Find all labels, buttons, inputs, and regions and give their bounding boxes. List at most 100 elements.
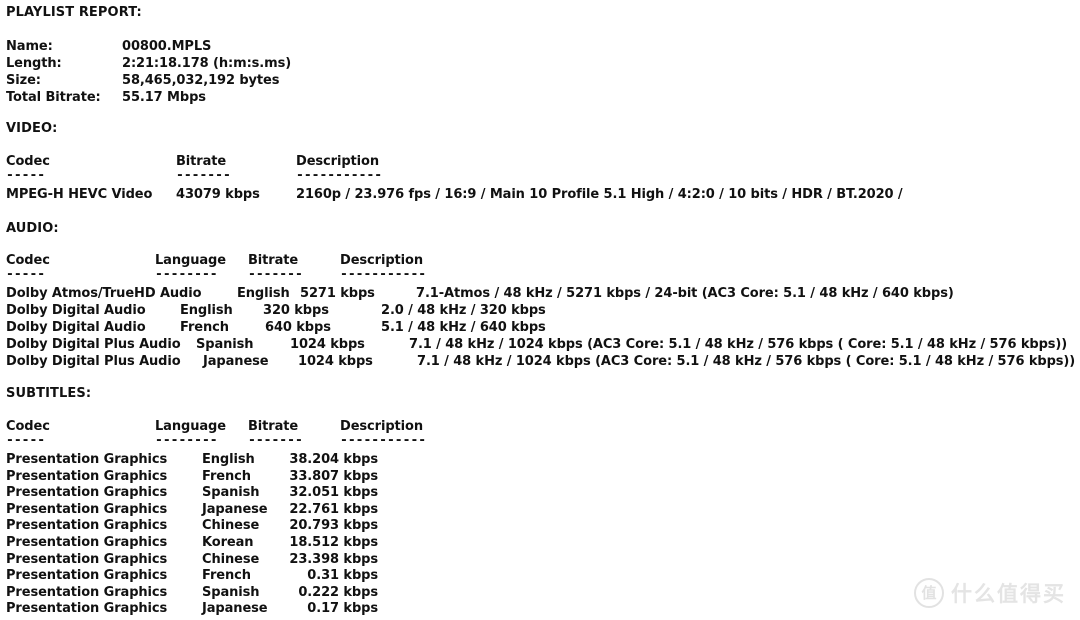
- audio-cell-language: English: [237, 286, 290, 301]
- audio-cell-description: 7.1-Atmos / 48 kHz / 5271 kbps / 24-bit …: [416, 286, 954, 301]
- video-table-rule: ----- ------- -----------: [0, 168, 1080, 185]
- subtitles-rule-codec: -----: [6, 433, 46, 448]
- audio-cell-language: Japanese: [203, 354, 269, 369]
- subtitles-table-row: Presentation Graphics Spanish 32.051 kbps: [0, 485, 1080, 502]
- info-value: 2:21:18.178 (h:m:s.ms): [122, 56, 292, 71]
- video-rule-description: -----------: [296, 168, 383, 183]
- audio-cell-description: 7.1 / 48 kHz / 1024 kbps (AC3 Core: 5.1 …: [409, 337, 1068, 352]
- subtitles-section-label: SUBTITLES:: [6, 386, 92, 401]
- audio-cell-language: Spanish: [196, 337, 254, 352]
- subtitles-cell-bitrate: 23.398 kbps: [289, 552, 378, 567]
- info-row: Name: 00800.MPLS: [0, 39, 1080, 56]
- info-value: 58,465,032,192 bytes: [122, 73, 280, 88]
- audio-cell-language: English: [180, 303, 233, 318]
- subtitles-cell-bitrate: 32.051 kbps: [289, 485, 378, 500]
- subtitles-table-row: Presentation Graphics Japanese 0.17 kbps: [0, 601, 1080, 618]
- subtitles-cell-language: French: [202, 568, 251, 583]
- info-row: Length: 2:21:18.178 (h:m:s.ms): [0, 56, 1080, 73]
- subtitles-cell-codec: Presentation Graphics: [6, 469, 168, 484]
- subtitles-cell-bitrate: 0.31 kbps: [307, 568, 378, 583]
- subtitles-cell-codec: Presentation Graphics: [6, 502, 168, 517]
- subtitles-cell-bitrate: 38.204 kbps: [289, 452, 378, 467]
- subtitles-cell-bitrate: 22.761 kbps: [289, 502, 378, 517]
- info-label: Name:: [6, 39, 53, 54]
- audio-cell-description: 5.1 / 48 kHz / 640 kbps: [381, 320, 546, 335]
- subtitles-table-row: Presentation Graphics English 38.204 kbps: [0, 452, 1080, 469]
- video-rule-codec: -----: [6, 168, 46, 183]
- subtitles-table-row: Presentation Graphics Japanese 22.761 kbps: [0, 502, 1080, 519]
- subtitles-rule-description: -----------: [340, 433, 427, 448]
- info-row: Size: 58,465,032,192 bytes: [0, 73, 1080, 90]
- audio-rule-bitrate: -------: [248, 267, 303, 282]
- subtitles-table-row: Presentation Graphics Korean 18.512 kbps: [0, 535, 1080, 552]
- audio-table-row: Dolby Digital Plus Audio Spanish 1024 kbps…: [0, 337, 1080, 354]
- subtitles-cell-codec: Presentation Graphics: [6, 568, 168, 583]
- video-table-row: MPEG-H HEVC Video 43079 kbps 2160p / 23.97…: [0, 187, 1080, 204]
- subtitles-rule-bitrate: -------: [248, 433, 303, 448]
- audio-cell-codec: Dolby Digital Plus Audio: [6, 337, 181, 352]
- page-title: PLAYLIST REPORT:: [6, 5, 142, 20]
- video-section-label: VIDEO:: [6, 121, 58, 136]
- info-value: 55.17 Mbps: [122, 90, 206, 105]
- subtitles-table-row: Presentation Graphics French 0.31 kbps: [0, 568, 1080, 585]
- subtitles-cell-language: French: [202, 469, 251, 484]
- subtitles-cell-language: Chinese: [202, 518, 260, 533]
- audio-cell-codec: Dolby Atmos/TrueHD Audio: [6, 286, 202, 301]
- subtitles-cell-bitrate: 18.512 kbps: [289, 535, 378, 550]
- subtitles-cell-bitrate: 0.17 kbps: [307, 601, 378, 616]
- info-value: 00800.MPLS: [122, 39, 212, 54]
- audio-cell-bitrate: 640 kbps: [265, 320, 331, 335]
- audio-cell-codec: Dolby Digital Audio: [6, 303, 146, 318]
- subtitles-cell-codec: Presentation Graphics: [6, 552, 168, 567]
- playlist-report-document: PLAYLIST REPORT: Name: 00800.MPLS Length: 2…: [0, 0, 1080, 620]
- audio-cell-codec: Dolby Digital Audio: [6, 320, 146, 335]
- video-cell-codec: MPEG-H HEVC Video: [6, 187, 153, 202]
- subtitles-cell-codec: Presentation Graphics: [6, 518, 168, 533]
- audio-cell-language: French: [180, 320, 229, 335]
- audio-cell-bitrate: 320 kbps: [263, 303, 329, 318]
- subtitles-cell-language: English: [202, 452, 255, 467]
- audio-cell-description: 2.0 / 48 kHz / 320 kbps: [381, 303, 546, 318]
- video-rule-bitrate: -------: [176, 168, 231, 183]
- audio-cell-bitrate: 5271 kbps: [300, 286, 375, 301]
- audio-section-label: AUDIO:: [6, 221, 59, 236]
- video-cell-description: 2160p / 23.976 fps / 16:9 / Main 10 Prof…: [296, 187, 903, 202]
- subtitles-rule-language: --------: [155, 433, 218, 448]
- audio-cell-codec: Dolby Digital Plus Audio: [6, 354, 181, 369]
- subtitles-table-row: Presentation Graphics French 33.807 kbps: [0, 469, 1080, 486]
- audio-table-row: Dolby Digital Audio English 320 kbps 2.0 / …: [0, 303, 1080, 320]
- audio-cell-bitrate: 1024 kbps: [298, 354, 373, 369]
- audio-table-row: Dolby Atmos/TrueHD Audio English 5271 kbps…: [0, 286, 1080, 303]
- audio-rule-language: --------: [155, 267, 218, 282]
- audio-table-row: Dolby Digital Plus Audio Japanese 1024 kbp…: [0, 354, 1080, 371]
- subtitles-cell-language: Spanish: [202, 585, 260, 600]
- subtitles-cell-language: Spanish: [202, 485, 260, 500]
- subtitles-cell-language: Chinese: [202, 552, 260, 567]
- subtitles-cell-codec: Presentation Graphics: [6, 535, 168, 550]
- subtitles-cell-codec: Presentation Graphics: [6, 452, 168, 467]
- subtitles-table-row: Presentation Graphics Spanish 0.222 kbps: [0, 585, 1080, 602]
- subtitles-cell-bitrate: 20.793 kbps: [289, 518, 378, 533]
- audio-rule-codec: -----: [6, 267, 46, 282]
- subtitles-cell-codec: Presentation Graphics: [6, 585, 168, 600]
- subtitles-cell-codec: Presentation Graphics: [6, 601, 168, 616]
- subtitles-table-rule: ----- -------- ------- -----------: [0, 433, 1080, 450]
- subtitles-cell-bitrate: 33.807 kbps: [289, 469, 378, 484]
- info-label: Total Bitrate:: [6, 90, 101, 105]
- audio-rule-description: -----------: [340, 267, 427, 282]
- info-label: Size:: [6, 73, 41, 88]
- subtitles-cell-language: Japanese: [202, 502, 268, 517]
- info-row: Total Bitrate: 55.17 Mbps: [0, 90, 1080, 107]
- subtitles-table-row: Presentation Graphics Chinese 20.793 kbps: [0, 518, 1080, 535]
- info-label: Length:: [6, 56, 62, 71]
- subtitles-cell-language: Korean: [202, 535, 254, 550]
- subtitles-table-row: Presentation Graphics Chinese 23.398 kbps: [0, 552, 1080, 569]
- audio-cell-bitrate: 1024 kbps: [290, 337, 365, 352]
- audio-cell-description: 7.1 / 48 kHz / 1024 kbps (AC3 Core: 5.1 …: [417, 354, 1076, 369]
- audio-table-rule: ----- -------- ------- -----------: [0, 267, 1080, 284]
- subtitles-cell-codec: Presentation Graphics: [6, 485, 168, 500]
- video-cell-bitrate: 43079 kbps: [176, 187, 260, 202]
- subtitles-cell-bitrate: 0.222 kbps: [298, 585, 378, 600]
- subtitles-cell-language: Japanese: [202, 601, 268, 616]
- audio-table-row: Dolby Digital Audio French 640 kbps 5.1 / 4…: [0, 320, 1080, 337]
